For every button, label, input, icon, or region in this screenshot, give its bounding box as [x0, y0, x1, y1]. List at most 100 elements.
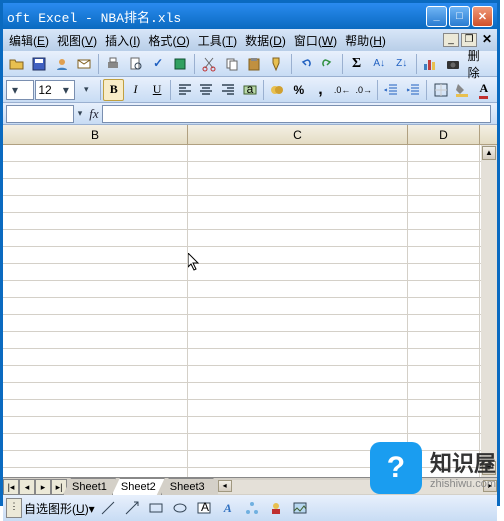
cell[interactable]	[188, 264, 408, 281]
comma-icon[interactable]: ,	[310, 79, 331, 101]
table-row[interactable]	[3, 179, 497, 196]
titlebar[interactable]: oft Excel - NBA排名.xls _ □ ✕	[3, 3, 497, 29]
table-row[interactable]	[3, 417, 497, 434]
minimize-button[interactable]: _	[426, 6, 447, 27]
cell[interactable]	[188, 315, 408, 332]
table-row[interactable]	[3, 315, 497, 332]
cell[interactable]	[3, 434, 188, 451]
cell[interactable]	[188, 162, 408, 179]
redo-icon[interactable]	[317, 53, 339, 75]
cell[interactable]	[188, 179, 408, 196]
cell[interactable]	[3, 349, 188, 366]
autoshape-button[interactable]: 自选图形(U)▾	[24, 500, 95, 517]
cell[interactable]	[188, 247, 408, 264]
cell[interactable]	[408, 332, 480, 349]
copy-icon[interactable]	[221, 53, 243, 75]
inc-indent-icon[interactable]	[403, 79, 424, 101]
col-header-d[interactable]: D	[408, 125, 480, 144]
cell[interactable]	[3, 400, 188, 417]
zoom-dd-icon[interactable]: ▾	[76, 79, 97, 101]
textbox-icon[interactable]: A	[193, 497, 215, 519]
cell[interactable]	[188, 281, 408, 298]
underline-button[interactable]: U	[147, 79, 168, 101]
sum-icon[interactable]: Σ	[346, 53, 368, 75]
table-row[interactable]	[3, 264, 497, 281]
arrow-icon[interactable]	[121, 497, 143, 519]
cell[interactable]	[408, 383, 480, 400]
cell[interactable]	[3, 179, 188, 196]
table-row[interactable]	[3, 213, 497, 230]
wordart-icon[interactable]: A	[217, 497, 239, 519]
col-header-c[interactable]: C	[188, 125, 408, 144]
permissions-icon[interactable]	[51, 53, 73, 75]
cell[interactable]	[3, 145, 188, 162]
table-row[interactable]	[3, 162, 497, 179]
cell[interactable]	[3, 162, 188, 179]
cell[interactable]	[408, 162, 480, 179]
sheet-tab-3[interactable]: Sheet3	[161, 478, 214, 495]
cell[interactable]	[408, 196, 480, 213]
cell[interactable]	[3, 366, 188, 383]
sheet-tab-1[interactable]: Sheet1	[63, 478, 116, 495]
rect-icon[interactable]	[145, 497, 167, 519]
bold-button[interactable]: B	[103, 79, 124, 101]
cell[interactable]	[3, 315, 188, 332]
table-row[interactable]	[3, 349, 497, 366]
sheet-tab-2[interactable]: Sheet2	[112, 478, 165, 495]
paste-icon[interactable]	[244, 53, 266, 75]
table-row[interactable]	[3, 332, 497, 349]
doc-restore-button[interactable]: ❐	[461, 33, 477, 47]
col-header-b[interactable]: B	[3, 125, 188, 144]
clipart-icon[interactable]	[265, 497, 287, 519]
cell[interactable]	[408, 230, 480, 247]
doc-min-button[interactable]: _	[443, 33, 459, 47]
cell[interactable]	[188, 349, 408, 366]
scroll-up-icon[interactable]: ▲	[482, 146, 496, 160]
vertical-scrollbar[interactable]: ▲ ▼	[481, 145, 497, 477]
inc-decimal-icon[interactable]: .0←	[332, 79, 353, 101]
spellcheck-icon[interactable]: ✓	[147, 53, 169, 75]
preview-icon[interactable]	[125, 53, 147, 75]
cell[interactable]	[408, 315, 480, 332]
chart-icon[interactable]	[419, 53, 441, 75]
cell[interactable]	[408, 417, 480, 434]
table-row[interactable]	[3, 400, 497, 417]
cut-icon[interactable]	[198, 53, 220, 75]
cell[interactable]	[408, 145, 480, 162]
cell[interactable]	[408, 247, 480, 264]
line-icon[interactable]	[97, 497, 119, 519]
menu-edit[interactable]: 编辑(E)	[5, 30, 53, 51]
table-row[interactable]	[3, 281, 497, 298]
menu-tools[interactable]: 工具(T)	[194, 30, 241, 51]
table-row[interactable]	[3, 383, 497, 400]
table-row[interactable]	[3, 196, 497, 213]
open-icon[interactable]	[6, 53, 28, 75]
name-box[interactable]	[6, 105, 74, 123]
menu-insert[interactable]: 插入(I)	[101, 30, 144, 51]
sort-asc-icon[interactable]: A↓	[368, 53, 390, 75]
scroll-left-icon[interactable]: ◂	[218, 480, 232, 492]
mail-icon[interactable]	[74, 53, 96, 75]
cell[interactable]	[188, 417, 408, 434]
table-row[interactable]	[3, 247, 497, 264]
cell[interactable]	[3, 417, 188, 434]
borders-icon[interactable]	[430, 79, 451, 101]
font-combo[interactable]: ▾	[6, 80, 34, 100]
align-right-icon[interactable]	[218, 79, 239, 101]
cell[interactable]	[3, 298, 188, 315]
camera-icon[interactable]	[442, 53, 464, 75]
italic-button[interactable]: I	[125, 79, 146, 101]
align-left-icon[interactable]	[174, 79, 195, 101]
diagram-icon[interactable]	[241, 497, 263, 519]
cell[interactable]	[3, 468, 188, 477]
delete-button[interactable]: 删除	[465, 47, 494, 81]
print-icon[interactable]	[102, 53, 124, 75]
cell[interactable]	[3, 264, 188, 281]
cell[interactable]	[3, 213, 188, 230]
grid-rows[interactable]	[3, 145, 497, 477]
cell[interactable]	[188, 145, 408, 162]
cell[interactable]	[408, 298, 480, 315]
dec-indent-icon[interactable]	[381, 79, 402, 101]
tab-prev-icon[interactable]: ◂	[19, 479, 35, 495]
cell[interactable]	[188, 383, 408, 400]
